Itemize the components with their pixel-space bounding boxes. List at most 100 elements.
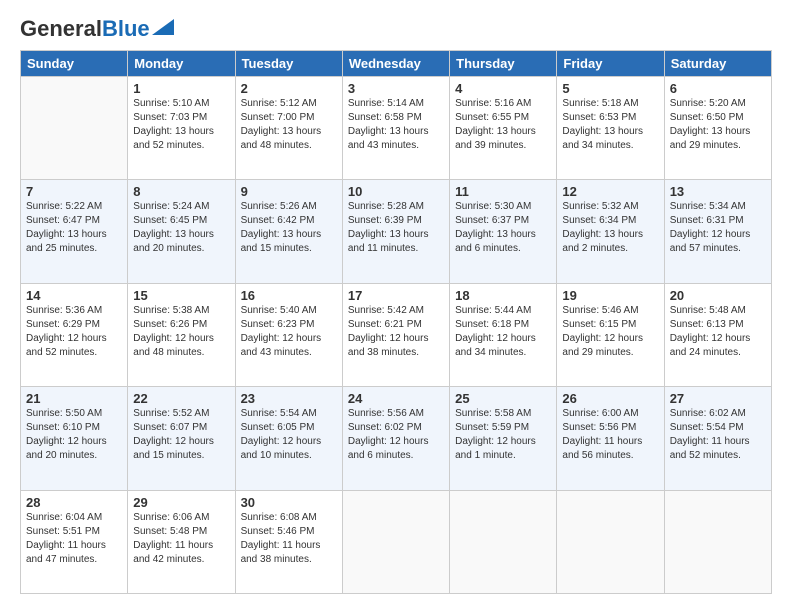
day-number: 24 <box>348 391 444 406</box>
cell-info: Sunrise: 5:52 AM Sunset: 6:07 PM Dayligh… <box>133 407 229 463</box>
calendar-cell: 6Sunrise: 5:20 AM Sunset: 6:50 PM Daylig… <box>664 77 771 180</box>
day-number: 5 <box>562 81 658 96</box>
calendar-cell: 20Sunrise: 5:48 AM Sunset: 6:13 PM Dayli… <box>664 283 771 386</box>
day-of-week-header: Monday <box>128 51 235 77</box>
day-number: 11 <box>455 184 551 199</box>
calendar-cell: 30Sunrise: 6:08 AM Sunset: 5:46 PM Dayli… <box>235 490 342 593</box>
calendar-cell: 2Sunrise: 5:12 AM Sunset: 7:00 PM Daylig… <box>235 77 342 180</box>
cell-info: Sunrise: 5:22 AM Sunset: 6:47 PM Dayligh… <box>26 200 122 256</box>
calendar-week-row: 7Sunrise: 5:22 AM Sunset: 6:47 PM Daylig… <box>21 180 772 283</box>
day-number: 12 <box>562 184 658 199</box>
cell-info: Sunrise: 5:16 AM Sunset: 6:55 PM Dayligh… <box>455 97 551 153</box>
logo-text: GeneralBlue <box>20 18 150 40</box>
cell-info: Sunrise: 5:24 AM Sunset: 6:45 PM Dayligh… <box>133 200 229 256</box>
calendar-week-row: 1Sunrise: 5:10 AM Sunset: 7:03 PM Daylig… <box>21 77 772 180</box>
day-number: 21 <box>26 391 122 406</box>
cell-info: Sunrise: 5:12 AM Sunset: 7:00 PM Dayligh… <box>241 97 337 153</box>
cell-info: Sunrise: 6:04 AM Sunset: 5:51 PM Dayligh… <box>26 511 122 567</box>
cell-info: Sunrise: 5:20 AM Sunset: 6:50 PM Dayligh… <box>670 97 766 153</box>
page: GeneralBlue SundayMondayTuesdayWednesday… <box>0 0 792 612</box>
calendar-cell: 3Sunrise: 5:14 AM Sunset: 6:58 PM Daylig… <box>342 77 449 180</box>
cell-info: Sunrise: 5:28 AM Sunset: 6:39 PM Dayligh… <box>348 200 444 256</box>
day-number: 30 <box>241 495 337 510</box>
calendar-cell: 25Sunrise: 5:58 AM Sunset: 5:59 PM Dayli… <box>450 387 557 490</box>
day-of-week-header: Sunday <box>21 51 128 77</box>
logo-icon <box>152 19 174 35</box>
day-number: 7 <box>26 184 122 199</box>
day-of-week-header: Friday <box>557 51 664 77</box>
day-number: 9 <box>241 184 337 199</box>
calendar-cell: 26Sunrise: 6:00 AM Sunset: 5:56 PM Dayli… <box>557 387 664 490</box>
day-of-week-header: Wednesday <box>342 51 449 77</box>
day-number: 15 <box>133 288 229 303</box>
cell-info: Sunrise: 5:14 AM Sunset: 6:58 PM Dayligh… <box>348 97 444 153</box>
header: GeneralBlue <box>20 18 772 40</box>
cell-info: Sunrise: 6:00 AM Sunset: 5:56 PM Dayligh… <box>562 407 658 463</box>
calendar-cell: 11Sunrise: 5:30 AM Sunset: 6:37 PM Dayli… <box>450 180 557 283</box>
calendar-cell <box>664 490 771 593</box>
day-number: 27 <box>670 391 766 406</box>
cell-info: Sunrise: 5:34 AM Sunset: 6:31 PM Dayligh… <box>670 200 766 256</box>
calendar-cell: 18Sunrise: 5:44 AM Sunset: 6:18 PM Dayli… <box>450 283 557 386</box>
day-of-week-header: Thursday <box>450 51 557 77</box>
day-number: 8 <box>133 184 229 199</box>
calendar-cell <box>342 490 449 593</box>
cell-info: Sunrise: 6:08 AM Sunset: 5:46 PM Dayligh… <box>241 511 337 567</box>
day-number: 19 <box>562 288 658 303</box>
calendar-cell: 21Sunrise: 5:50 AM Sunset: 6:10 PM Dayli… <box>21 387 128 490</box>
cell-info: Sunrise: 5:48 AM Sunset: 6:13 PM Dayligh… <box>670 304 766 360</box>
calendar-cell: 28Sunrise: 6:04 AM Sunset: 5:51 PM Dayli… <box>21 490 128 593</box>
calendar-cell: 29Sunrise: 6:06 AM Sunset: 5:48 PM Dayli… <box>128 490 235 593</box>
day-number: 25 <box>455 391 551 406</box>
calendar-week-row: 14Sunrise: 5:36 AM Sunset: 6:29 PM Dayli… <box>21 283 772 386</box>
day-number: 4 <box>455 81 551 96</box>
day-number: 16 <box>241 288 337 303</box>
calendar-cell: 27Sunrise: 6:02 AM Sunset: 5:54 PM Dayli… <box>664 387 771 490</box>
calendar-cell: 9Sunrise: 5:26 AM Sunset: 6:42 PM Daylig… <box>235 180 342 283</box>
calendar-header-row: SundayMondayTuesdayWednesdayThursdayFrid… <box>21 51 772 77</box>
calendar-cell: 14Sunrise: 5:36 AM Sunset: 6:29 PM Dayli… <box>21 283 128 386</box>
calendar-cell: 1Sunrise: 5:10 AM Sunset: 7:03 PM Daylig… <box>128 77 235 180</box>
calendar-cell: 10Sunrise: 5:28 AM Sunset: 6:39 PM Dayli… <box>342 180 449 283</box>
calendar-cell: 8Sunrise: 5:24 AM Sunset: 6:45 PM Daylig… <box>128 180 235 283</box>
cell-info: Sunrise: 5:44 AM Sunset: 6:18 PM Dayligh… <box>455 304 551 360</box>
logo: GeneralBlue <box>20 18 174 40</box>
cell-info: Sunrise: 5:38 AM Sunset: 6:26 PM Dayligh… <box>133 304 229 360</box>
day-number: 6 <box>670 81 766 96</box>
cell-info: Sunrise: 5:46 AM Sunset: 6:15 PM Dayligh… <box>562 304 658 360</box>
cell-info: Sunrise: 5:18 AM Sunset: 6:53 PM Dayligh… <box>562 97 658 153</box>
day-number: 29 <box>133 495 229 510</box>
day-number: 28 <box>26 495 122 510</box>
cell-info: Sunrise: 6:06 AM Sunset: 5:48 PM Dayligh… <box>133 511 229 567</box>
day-number: 13 <box>670 184 766 199</box>
cell-info: Sunrise: 6:02 AM Sunset: 5:54 PM Dayligh… <box>670 407 766 463</box>
calendar-cell: 5Sunrise: 5:18 AM Sunset: 6:53 PM Daylig… <box>557 77 664 180</box>
calendar-cell: 15Sunrise: 5:38 AM Sunset: 6:26 PM Dayli… <box>128 283 235 386</box>
calendar-cell <box>450 490 557 593</box>
day-number: 22 <box>133 391 229 406</box>
day-of-week-header: Saturday <box>664 51 771 77</box>
calendar-cell: 12Sunrise: 5:32 AM Sunset: 6:34 PM Dayli… <box>557 180 664 283</box>
calendar-week-row: 28Sunrise: 6:04 AM Sunset: 5:51 PM Dayli… <box>21 490 772 593</box>
cell-info: Sunrise: 5:56 AM Sunset: 6:02 PM Dayligh… <box>348 407 444 463</box>
calendar-cell <box>557 490 664 593</box>
cell-info: Sunrise: 5:30 AM Sunset: 6:37 PM Dayligh… <box>455 200 551 256</box>
day-number: 20 <box>670 288 766 303</box>
calendar-cell: 24Sunrise: 5:56 AM Sunset: 6:02 PM Dayli… <box>342 387 449 490</box>
calendar-cell: 22Sunrise: 5:52 AM Sunset: 6:07 PM Dayli… <box>128 387 235 490</box>
cell-info: Sunrise: 5:54 AM Sunset: 6:05 PM Dayligh… <box>241 407 337 463</box>
day-number: 10 <box>348 184 444 199</box>
day-number: 18 <box>455 288 551 303</box>
cell-info: Sunrise: 5:36 AM Sunset: 6:29 PM Dayligh… <box>26 304 122 360</box>
calendar-cell: 19Sunrise: 5:46 AM Sunset: 6:15 PM Dayli… <box>557 283 664 386</box>
day-number: 3 <box>348 81 444 96</box>
day-number: 2 <box>241 81 337 96</box>
cell-info: Sunrise: 5:50 AM Sunset: 6:10 PM Dayligh… <box>26 407 122 463</box>
day-number: 1 <box>133 81 229 96</box>
cell-info: Sunrise: 5:58 AM Sunset: 5:59 PM Dayligh… <box>455 407 551 463</box>
calendar-cell: 17Sunrise: 5:42 AM Sunset: 6:21 PM Dayli… <box>342 283 449 386</box>
day-number: 26 <box>562 391 658 406</box>
cell-info: Sunrise: 5:32 AM Sunset: 6:34 PM Dayligh… <box>562 200 658 256</box>
calendar-week-row: 21Sunrise: 5:50 AM Sunset: 6:10 PM Dayli… <box>21 387 772 490</box>
cell-info: Sunrise: 5:40 AM Sunset: 6:23 PM Dayligh… <box>241 304 337 360</box>
